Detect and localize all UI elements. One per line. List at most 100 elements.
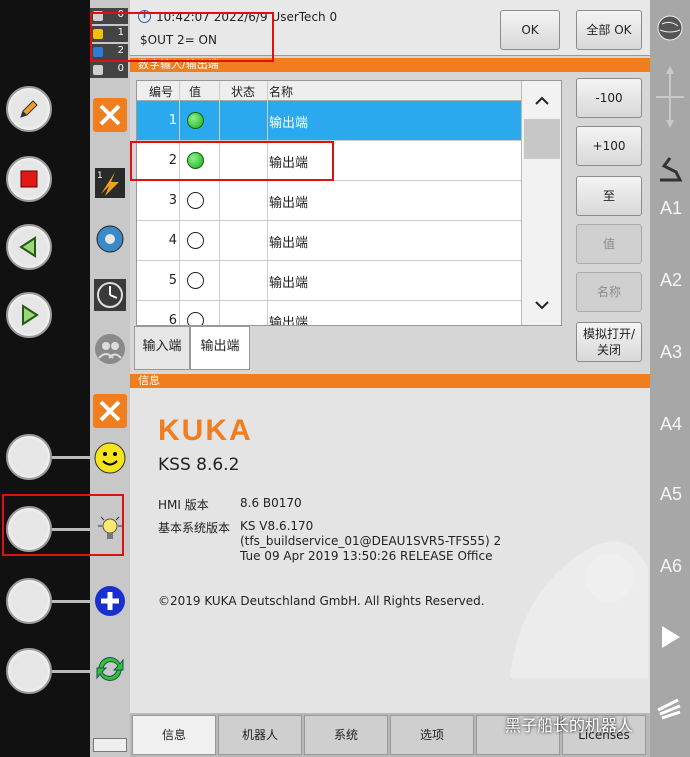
column-header-value: 值	[189, 85, 202, 99]
column-divider	[267, 81, 268, 325]
chevron-down-icon[interactable]	[522, 295, 562, 315]
axis-a5-key[interactable]: A5	[656, 484, 686, 505]
led-off-icon	[187, 272, 204, 289]
highlight-box-lightbulb	[2, 494, 124, 556]
table-row[interactable]: 3 输出端	[137, 181, 521, 221]
axis-a3-key[interactable]: A3	[656, 342, 686, 363]
simulate-toggle-button[interactable]: 模拟打开/关闭	[576, 322, 642, 362]
settings-button[interactable]	[93, 222, 127, 256]
run-mode-icon: 1	[95, 168, 125, 198]
tab-system[interactable]: 系统	[304, 715, 388, 755]
axis-a1-key[interactable]: A1	[656, 198, 686, 219]
tab-info[interactable]: 信息	[132, 715, 216, 755]
ok-button[interactable]: OK	[500, 10, 560, 50]
info-panel-title: 信息	[130, 374, 650, 388]
keyboard-button[interactable]	[93, 738, 127, 752]
tab-outputs[interactable]: 输出端	[190, 326, 250, 370]
jog-arrows-icon[interactable]	[650, 62, 690, 132]
table-row[interactable]: 1 输出端	[137, 101, 521, 141]
forward-key[interactable]	[6, 292, 52, 338]
all-ok-button[interactable]: 全部 OK	[576, 10, 642, 50]
base-system-value: KS V8.6.170	[240, 519, 314, 533]
robot-icon[interactable]	[650, 154, 690, 184]
softkey-3[interactable]	[6, 578, 52, 624]
backward-key[interactable]	[6, 224, 52, 270]
user-group-icon	[95, 334, 125, 364]
chevron-up-icon[interactable]	[522, 91, 562, 111]
highlight-box-message	[90, 12, 274, 62]
status-row: 0	[90, 62, 128, 78]
tab-robot[interactable]: 机器人	[218, 715, 302, 755]
close-icon	[99, 400, 121, 422]
column-divider	[219, 81, 220, 325]
axis-a4-key[interactable]: A4	[656, 414, 686, 435]
softkey-1-line	[52, 456, 92, 459]
close-icon	[99, 104, 121, 126]
tab-inputs[interactable]: 输入端	[134, 326, 190, 370]
column-divider	[179, 81, 180, 325]
gear-icon	[96, 225, 124, 253]
column-header-state: 状态	[231, 85, 256, 99]
add-button[interactable]	[93, 584, 127, 618]
table-row[interactable]: 6 输出端	[137, 301, 521, 325]
tab-options[interactable]: 选项	[390, 715, 474, 755]
pencil-key[interactable]	[6, 86, 52, 132]
led-on-icon	[187, 112, 204, 129]
pendant-left-keys	[0, 0, 92, 757]
led-off-icon	[187, 192, 204, 209]
smiley-button[interactable]	[93, 441, 127, 475]
plus-circle-icon	[95, 586, 125, 616]
stop-icon	[20, 170, 38, 188]
axis-a6-key[interactable]: A6	[656, 556, 686, 577]
led-off-icon	[187, 232, 204, 249]
refresh-icon	[96, 657, 124, 681]
softkey-1[interactable]	[6, 434, 52, 480]
scrollbar[interactable]	[521, 81, 562, 325]
io-table: 编号 值 状态 名称 1 输出端 2 输出端 3 输出端 4 输出端 5 输出端…	[136, 80, 562, 326]
base-system-build: (tfs_buildservice_01@DEAU1SVR5-TFS55) 2	[240, 534, 502, 548]
highlight-box-output-2	[130, 141, 334, 181]
info-close-button[interactable]	[93, 394, 127, 428]
smiley-icon	[94, 442, 126, 474]
globe-icon[interactable]	[650, 8, 690, 48]
pencil-icon	[20, 100, 38, 118]
hand-icon[interactable]	[650, 692, 690, 722]
kss-version: KSS 8.6.2	[158, 455, 240, 475]
name-button[interactable]: 名称	[576, 272, 642, 312]
value-button[interactable]: 值	[576, 224, 642, 264]
axis-a2-key[interactable]: A2	[656, 270, 686, 291]
watermark-text: 黑子船长的机器人	[505, 716, 634, 735]
clock-icon	[94, 279, 126, 311]
softkey-4[interactable]	[6, 648, 52, 694]
led-off-icon	[187, 312, 204, 325]
clock-button[interactable]	[93, 278, 127, 312]
table-row[interactable]: 5 输出端	[137, 261, 521, 301]
play-backward-icon	[19, 236, 36, 258]
softkey-3-line	[52, 600, 92, 603]
column-header-number: 编号	[149, 85, 174, 99]
io-table-header: 编号 值 状态 名称	[137, 81, 521, 101]
base-system-date: Tue 09 Apr 2019 13:50:26 RELEASE Office	[240, 549, 493, 563]
minus-100-button[interactable]: -100	[576, 78, 642, 118]
play-forward-icon	[22, 304, 39, 326]
copyright-text: ©2019 KUKA Deutschland GmbH. All Rights …	[158, 594, 485, 608]
column-header-name: 名称	[269, 85, 294, 99]
scrollbar-thumb[interactable]	[524, 119, 560, 159]
program-run-mode-button[interactable]: 1	[93, 166, 127, 200]
kuka-logo: KUKA	[158, 414, 253, 447]
refresh-button[interactable]	[93, 652, 127, 686]
plus-100-button[interactable]: +100	[576, 126, 642, 166]
table-row[interactable]: 4 输出端	[137, 221, 521, 261]
base-system-label: 基本系统版本	[158, 521, 231, 535]
stop-key[interactable]	[6, 156, 52, 202]
robot-watermark-graphic	[510, 541, 648, 678]
close-button[interactable]	[93, 98, 127, 132]
play-icon[interactable]	[650, 622, 690, 652]
user-button[interactable]	[93, 332, 127, 366]
softkey-4-line	[52, 670, 92, 673]
main-panel: i 10:42:07 2022/6/9 UserTech 0 $OUT 2= O…	[130, 0, 650, 757]
info-panel: KUKA KSS 8.6.2 HMI 版本 8.6 B0170 基本系统版本 K…	[130, 388, 650, 713]
side-icon-column: 1	[90, 0, 130, 757]
axis-column: A1 A2 A3 A4 A5 A6	[650, 0, 690, 757]
goto-button[interactable]: 至	[576, 176, 642, 216]
